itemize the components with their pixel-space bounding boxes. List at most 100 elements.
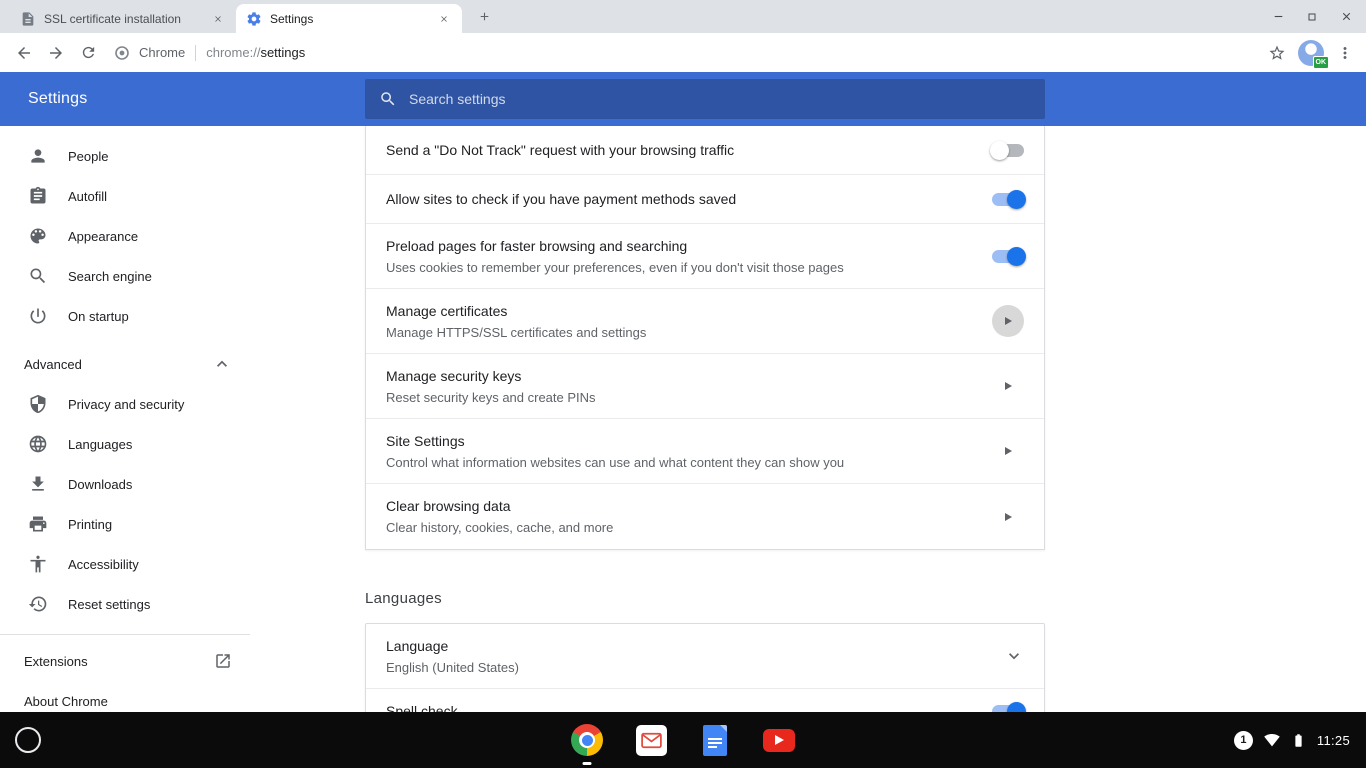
reset-icon — [28, 594, 48, 614]
search-icon — [379, 90, 397, 108]
status-tray[interactable]: 1 11:25 — [1234, 731, 1350, 750]
wifi-icon — [1264, 732, 1280, 748]
minimize-icon[interactable] — [1266, 5, 1290, 29]
chrome-app-icon[interactable] — [571, 724, 603, 756]
subpage-arrow-icon[interactable] — [992, 305, 1024, 337]
forward-icon[interactable] — [41, 38, 71, 68]
url-text: chrome://settings — [206, 45, 305, 60]
subpage-arrow-icon[interactable] — [992, 501, 1024, 533]
row-title: Site Settings — [386, 432, 976, 450]
payment-methods-toggle[interactable] — [992, 193, 1024, 206]
row-subtitle: Clear history, cookies, cache, and more — [386, 519, 976, 536]
chromeos-screen: SSL certificate installation Settings Ch… — [0, 0, 1366, 768]
sidebar-item-people[interactable]: People — [0, 136, 250, 176]
settings-content-column: Send a "Do Not Track" request with your … — [365, 126, 1045, 712]
url-path: settings — [260, 45, 305, 60]
sidebar-item-extensions[interactable]: Extensions — [0, 641, 250, 681]
row-clear-browsing-data[interactable]: Clear browsing data Clear history, cooki… — [366, 484, 1044, 549]
tab-title: SSL certificate installation — [44, 12, 202, 26]
sidebar-item-search-engine[interactable]: Search engine — [0, 256, 250, 296]
row-title: Manage security keys — [386, 367, 976, 385]
sidebar-item-reset-settings[interactable]: Reset settings — [0, 584, 250, 624]
youtube-app-icon[interactable] — [763, 724, 795, 756]
languages-section-title: Languages — [365, 590, 1045, 607]
tab-close-icon[interactable] — [210, 11, 226, 27]
row-manage-certificates[interactable]: Manage certificates Manage HTTPS/SSL cer… — [366, 289, 1044, 354]
search-input[interactable] — [409, 79, 1045, 119]
docs-app-icon[interactable] — [699, 724, 731, 756]
subpage-arrow-icon[interactable] — [992, 435, 1024, 467]
row-subtitle: Uses cookies to remember your preference… — [386, 259, 976, 276]
omnibox[interactable]: Chrome chrome://settings — [114, 45, 1268, 61]
sidebar-item-about-chrome[interactable]: About Chrome — [0, 681, 250, 712]
row-spell-check[interactable]: Spell check — [366, 689, 1044, 712]
download-icon — [28, 474, 48, 494]
url-scheme: chrome:// — [206, 45, 260, 60]
row-manage-security-keys[interactable]: Manage security keys Reset security keys… — [366, 354, 1044, 419]
sidebar-item-autofill[interactable]: Autofill — [0, 176, 250, 216]
bookmark-star-icon[interactable] — [1268, 44, 1286, 62]
triangle-right-icon — [1005, 513, 1012, 521]
row-subtitle: Manage HTTPS/SSL certificates and settin… — [386, 324, 976, 341]
sidebar-item-label: Printing — [68, 517, 232, 532]
triangle-right-icon — [1005, 382, 1012, 390]
row-payment-methods[interactable]: Allow sites to check if you have payment… — [366, 175, 1044, 224]
subpage-arrow-icon[interactable] — [992, 370, 1024, 402]
sidebar-item-label: People — [68, 149, 232, 164]
row-language[interactable]: Language English (United States) — [366, 624, 1044, 689]
row-subtitle: English (United States) — [386, 659, 988, 676]
sidebar-item-label: Downloads — [68, 477, 232, 492]
chevron-up-icon — [212, 354, 232, 374]
row-title: Spell check — [386, 702, 976, 712]
sidebar-item-label: Reset settings — [68, 597, 232, 612]
chrome-logo — [571, 724, 603, 756]
tab-strip: SSL certificate installation Settings — [0, 0, 1366, 33]
row-subtitle: Reset security keys and create PINs — [386, 389, 976, 406]
spell-check-toggle[interactable] — [992, 705, 1024, 712]
tab-settings[interactable]: Settings — [236, 4, 462, 33]
docs-line — [708, 742, 722, 744]
do-not-track-toggle[interactable] — [992, 144, 1024, 157]
sidebar-item-label: Autofill — [68, 189, 232, 204]
page-title: Settings — [28, 90, 87, 108]
tab-close-icon[interactable] — [436, 11, 452, 27]
accessibility-icon — [28, 554, 48, 574]
chevron-down-icon[interactable] — [1004, 646, 1024, 666]
sidebar-item-privacy-security[interactable]: Privacy and security — [0, 384, 250, 424]
sidebar-item-on-startup[interactable]: On startup — [0, 296, 250, 336]
row-preload-pages[interactable]: Preload pages for faster browsing and se… — [366, 224, 1044, 289]
toggle-knob — [1007, 190, 1026, 209]
preload-pages-toggle[interactable] — [992, 250, 1024, 263]
browser-menu-icon[interactable] — [1336, 44, 1354, 62]
gmail-app-icon[interactable] — [635, 724, 667, 756]
play-icon — [775, 735, 784, 745]
sidebar-item-accessibility[interactable]: Accessibility — [0, 544, 250, 584]
new-tab-button[interactable] — [470, 3, 498, 31]
notification-count-badge: 1 — [1234, 731, 1253, 750]
page-favicon — [20, 11, 36, 27]
search-icon — [28, 266, 48, 286]
row-site-settings[interactable]: Site Settings Control what information w… — [366, 419, 1044, 484]
sidebar-item-appearance[interactable]: Appearance — [0, 216, 250, 256]
row-title: Preload pages for faster browsing and se… — [386, 237, 976, 255]
tab-ssl-certificate-installation[interactable]: SSL certificate installation — [10, 4, 236, 33]
row-do-not-track[interactable]: Send a "Do Not Track" request with your … — [366, 126, 1044, 175]
avatar[interactable]: OK — [1298, 40, 1324, 66]
shelf: 1 11:25 — [0, 712, 1366, 768]
languages-card: Language English (United States) Spell c… — [365, 623, 1045, 712]
printer-icon — [28, 514, 48, 534]
clock: 11:25 — [1317, 733, 1350, 748]
toggle-knob — [1007, 247, 1026, 266]
sidebar: People Autofill Appearance Search engine… — [0, 126, 250, 712]
row-title: Clear browsing data — [386, 497, 976, 515]
sidebar-advanced-toggle[interactable]: Advanced — [0, 344, 250, 384]
sidebar-item-printing[interactable]: Printing — [0, 504, 250, 544]
maximize-icon[interactable] — [1300, 5, 1324, 29]
reload-icon[interactable] — [73, 38, 103, 68]
sidebar-item-downloads[interactable]: Downloads — [0, 464, 250, 504]
sidebar-item-languages[interactable]: Languages — [0, 424, 250, 464]
close-window-icon[interactable] — [1334, 5, 1358, 29]
launcher-button[interactable] — [15, 727, 41, 753]
triangle-right-icon — [1005, 317, 1012, 325]
back-icon[interactable] — [9, 38, 39, 68]
